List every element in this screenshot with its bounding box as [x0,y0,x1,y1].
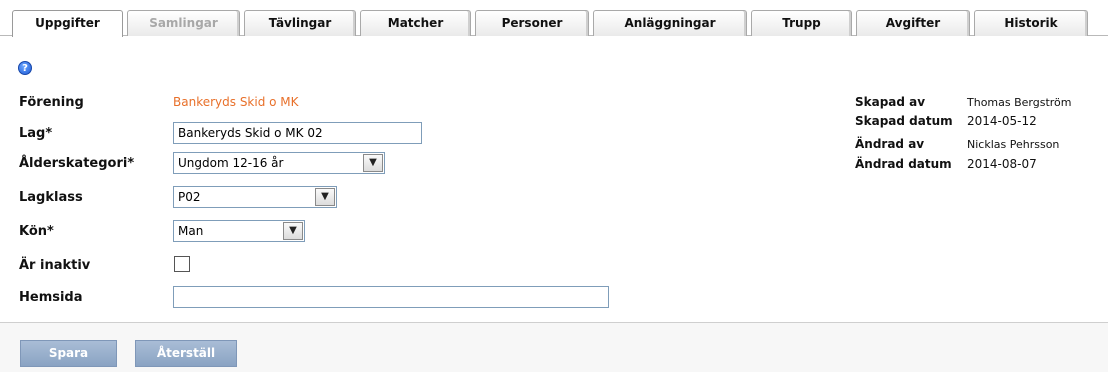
lag-input[interactable] [173,122,422,144]
andrad-datum-value: 2014-08-07 [967,157,1037,171]
tab-personer[interactable]: Personer [475,10,589,36]
save-button[interactable]: Spara [20,340,117,367]
tab-historik[interactable]: Historik [974,10,1088,36]
chevron-down-icon[interactable]: ▼ [363,154,383,172]
skapad-datum-label: Skapad datum [855,114,953,128]
tab-anlaggningar[interactable]: Anläggningar [593,10,747,36]
inaktiv-label: Är inaktiv [19,258,91,273]
forening-label: Förening [19,95,84,110]
lagklass-label: Lagklass [19,190,83,205]
inaktiv-checkbox[interactable] [174,256,190,272]
lag-label: Lag* [19,126,53,141]
lagklass-select[interactable]: P02 ▼ [173,186,337,208]
tab-tavlingar[interactable]: Tävlingar [244,10,356,36]
tab-avgifter[interactable]: Avgifter [856,10,970,36]
chevron-down-icon[interactable]: ▼ [283,222,303,240]
andrad-datum-label: Ändrad datum [855,157,952,171]
tab-bar: Uppgifter Samlingar Tävlingar Matcher Pe… [0,0,1108,37]
reset-button[interactable]: Återställ [135,340,237,367]
forening-value: Bankeryds Skid o MK [173,95,299,109]
tab-trupp[interactable]: Trupp [751,10,852,36]
andrad-av-value: Nicklas Pehrsson [967,138,1060,151]
chevron-down-icon[interactable]: ▼ [315,188,335,206]
alderskategori-select[interactable]: Ungdom 12-16 år ▼ [173,152,385,174]
hemsida-label: Hemsida [19,290,83,305]
alderskategori-label: Ålderskategori* [19,156,135,171]
skapad-av-value: Thomas Bergström [967,96,1072,109]
help-icon[interactable]: ? [18,61,32,75]
kon-label: Kön* [19,224,54,239]
tab-samlingar: Samlingar [127,10,240,36]
skapad-datum-value: 2014-05-12 [967,114,1037,128]
kon-selected: Man [178,224,204,238]
lagklass-selected: P02 [178,190,201,204]
hemsida-input[interactable] [173,286,609,308]
andrad-av-label: Ändrad av [855,137,925,151]
kon-select[interactable]: Man ▼ [173,220,305,242]
alderskategori-selected: Ungdom 12-16 år [178,156,284,170]
skapad-av-label: Skapad av [855,95,926,109]
tab-matcher[interactable]: Matcher [360,10,471,36]
tab-uppgifter[interactable]: Uppgifter [12,10,123,37]
